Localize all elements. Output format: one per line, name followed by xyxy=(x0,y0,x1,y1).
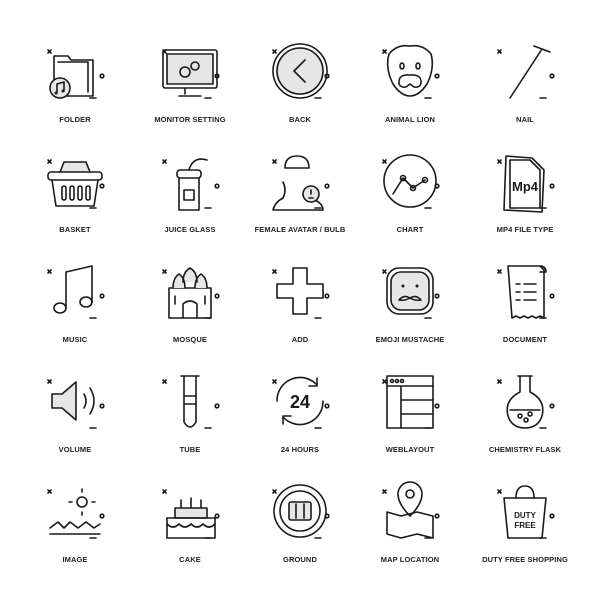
icon-label: GROUND xyxy=(283,555,317,564)
icon-label: 24 HOURS xyxy=(280,445,320,454)
lion-face-icon xyxy=(382,44,440,99)
line-chart-icon xyxy=(382,154,440,209)
icon-tile: BASKET xyxy=(15,138,135,248)
basket-icon xyxy=(47,159,105,209)
icon-tile: Mp4 MP4 FILE TYPE xyxy=(465,138,585,248)
icon-label: JUICE GLASS xyxy=(164,225,216,234)
icon-label: MONITOR SETTING xyxy=(154,115,226,124)
icon-label: FEMALE AVATAR / BULB xyxy=(254,225,346,234)
icon-tile: VOLUME xyxy=(15,358,135,468)
icon-tile: WEBLAYOUT xyxy=(350,358,470,468)
female-avatar-bulb-icon xyxy=(272,155,330,211)
icon-tile: CHART xyxy=(350,138,470,248)
icon-label: NAIL xyxy=(516,115,534,124)
music-note-icon xyxy=(47,265,105,319)
icon-tile: TUBE xyxy=(130,358,250,468)
icon-tile: MAP LOCATION xyxy=(350,468,470,578)
svg-text:DUTY: DUTY xyxy=(514,511,536,520)
icon-tile: FEMALE AVATAR / BULB xyxy=(240,138,360,248)
icon-label: CHEMISTRY FLASK xyxy=(488,445,562,454)
icon-tile: GROUND xyxy=(240,468,360,578)
icon-tile: MUSIC xyxy=(15,248,135,358)
monitor-gears-icon xyxy=(162,49,220,99)
icon-label: TUBE xyxy=(179,445,201,454)
icon-tile: CHEMISTRY FLASK xyxy=(465,358,585,468)
icon-tile: BACK xyxy=(240,28,360,138)
test-tube-icon xyxy=(162,375,220,429)
icon-tile: FOLDER xyxy=(15,28,135,138)
24-hours-icon: 24 xyxy=(272,376,330,429)
icon-label: FOLDER xyxy=(59,115,91,124)
icon-tile: NAIL xyxy=(465,28,585,138)
icon-label: DOCUMENT xyxy=(502,335,548,344)
juice-glass-icon xyxy=(162,158,220,211)
icon-label: BASKET xyxy=(59,225,91,234)
icon-label: BACK xyxy=(288,115,312,124)
icon-tile: ADD xyxy=(240,248,360,358)
icon-label: MUSIC xyxy=(62,335,88,344)
icon-label: MOSQUE xyxy=(173,335,207,344)
plus-icon xyxy=(272,267,330,319)
nail-icon xyxy=(497,45,555,99)
icon-label: VOLUME xyxy=(58,445,92,454)
icon-tile: ANIMAL LION xyxy=(350,28,470,138)
ground-icon xyxy=(272,484,330,539)
svg-text:Mp4: Mp4 xyxy=(512,179,539,194)
icon-label: CHART xyxy=(396,225,424,234)
icon-tile: CAKE xyxy=(130,468,250,578)
speaker-volume-icon xyxy=(47,379,105,429)
icon-label: MP4 FILE TYPE xyxy=(496,225,554,234)
birthday-cake-icon xyxy=(162,489,220,539)
folder-music-icon xyxy=(47,49,105,99)
icon-label: CAKE xyxy=(179,555,201,564)
svg-text:24: 24 xyxy=(290,392,310,412)
icon-label: ANIMAL LION xyxy=(384,115,436,124)
icon-tile: 24 24 HOURS xyxy=(240,358,360,468)
emoji-mustache-icon xyxy=(382,267,440,319)
icon-label: EMOJI MUSTACHE xyxy=(375,335,445,344)
web-layout-icon xyxy=(382,375,440,429)
icon-label: WEBLAYOUT xyxy=(385,445,435,454)
svg-text:FREE: FREE xyxy=(514,521,536,530)
back-chevron-icon xyxy=(272,43,330,99)
mp4-file-icon: Mp4 xyxy=(497,155,555,213)
icon-tile: IMAGE xyxy=(15,468,135,578)
icon-tile: DUTY FREE DUTY FREE SHOPPING xyxy=(465,468,585,578)
document-icon xyxy=(497,265,555,319)
icon-tile: MOSQUE xyxy=(130,248,250,358)
duty-free-bag-icon: DUTYFREE xyxy=(497,485,555,539)
chemistry-flask-icon xyxy=(497,375,555,429)
icon-tile: MONITOR SETTING xyxy=(130,28,250,138)
image-landscape-icon xyxy=(47,488,105,539)
icon-tile: EMOJI MUSTACHE xyxy=(350,248,470,358)
icon-label: ADD xyxy=(291,335,309,344)
icon-label: DUTY FREE SHOPPING xyxy=(482,555,568,564)
icon-label: IMAGE xyxy=(62,555,88,564)
icon-tile: JUICE GLASS xyxy=(130,138,250,248)
icon-tile: DOCUMENT xyxy=(465,248,585,358)
icon-label: MAP LOCATION xyxy=(380,555,440,564)
map-location-icon xyxy=(382,481,440,539)
mosque-icon xyxy=(162,267,220,319)
